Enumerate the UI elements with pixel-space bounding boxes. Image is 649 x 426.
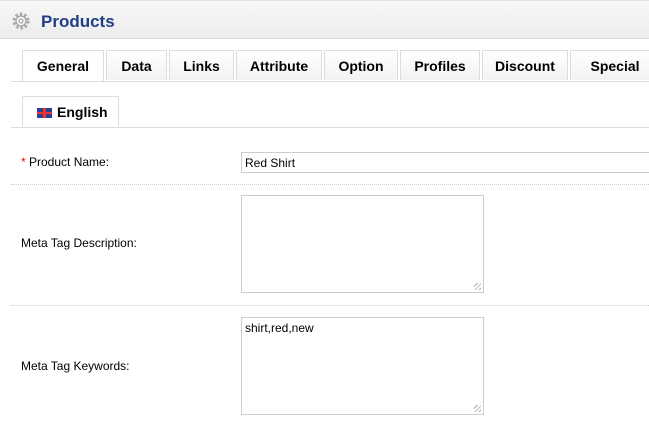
main-tabs: General Data Links Attribute Option Prof… [11, 50, 649, 82]
tab-option[interactable]: Option [324, 50, 398, 80]
product-name-label-text: Product Name: [25, 155, 110, 169]
tab-profiles[interactable]: Profiles [400, 50, 480, 80]
tab-special[interactable]: Special [570, 50, 649, 80]
resize-handle[interactable] [474, 283, 481, 290]
page-header: Products [0, 0, 649, 39]
meta-description-label: Meta Tag Description: [21, 236, 137, 250]
page-title: Products [41, 12, 115, 31]
language-tabs: English [11, 96, 649, 128]
meta-keywords-value: shirt,red,new [245, 321, 314, 335]
tab-general[interactable]: General [22, 50, 104, 81]
product-name-input[interactable] [241, 152, 649, 173]
meta-description-textarea[interactable] [241, 195, 484, 293]
tab-discount[interactable]: Discount [482, 50, 568, 80]
resize-handle[interactable] [474, 405, 481, 412]
divider [11, 184, 649, 185]
divider [11, 305, 649, 306]
product-name-label: * Product Name: [21, 155, 109, 169]
gear-icon [12, 12, 30, 30]
meta-keywords-label: Meta Tag Keywords: [21, 359, 130, 373]
meta-keywords-textarea[interactable]: shirt,red,new [241, 317, 484, 415]
tab-english-label: English [57, 104, 108, 120]
uk-flag-icon [37, 108, 52, 118]
tab-data[interactable]: Data [106, 50, 167, 80]
tab-links[interactable]: Links [169, 50, 234, 80]
tab-english[interactable]: English [22, 96, 119, 127]
tab-attribute[interactable]: Attribute [236, 50, 322, 80]
